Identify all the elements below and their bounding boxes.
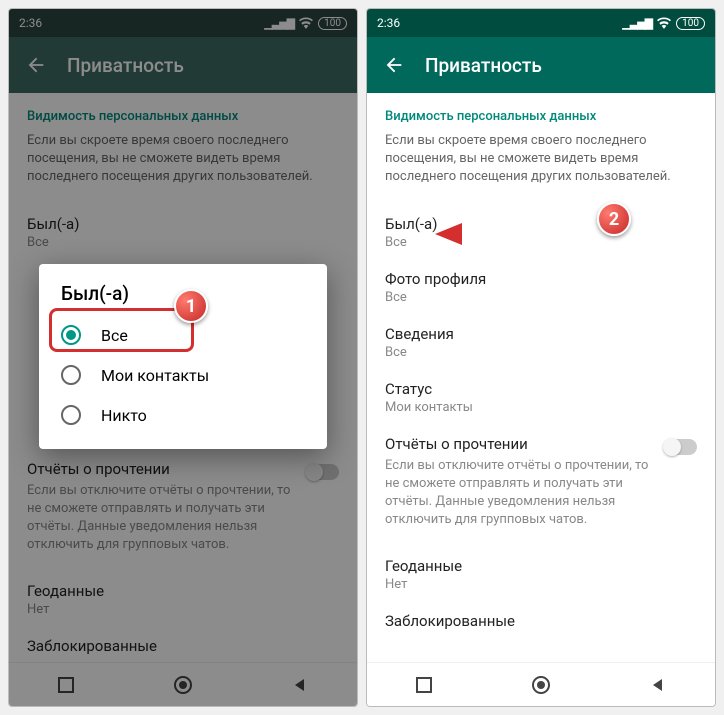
dialog-title: Был(-а) [39,282,327,315]
pref-value: Все [385,235,697,250]
radio-label: Все [101,326,128,345]
radio-label: Никто [101,406,147,425]
radio-option-contacts[interactable]: Мои контакты [39,355,327,395]
pref-last-seen[interactable]: Был(-а) Все [385,205,697,260]
pref-label: Заблокированные [385,612,697,630]
pref-geo[interactable]: Геоданные Нет [385,547,697,602]
pref-about[interactable]: Сведения Все [385,315,697,370]
status-time: 2:36 [377,16,400,30]
pref-label: Геоданные [385,557,697,575]
pref-read-receipts[interactable]: Отчёты о прочтении Если вы отключите отч… [385,425,697,540]
navbar [367,662,715,706]
nav-back-icon[interactable] [650,677,666,693]
appbar-title: Приватность [425,54,542,77]
pref-label: Фото профиля [385,270,697,288]
statusbar: 2:36 ▁▃▅▇ 100 [367,9,715,37]
appbar: Приватность [367,37,715,93]
radio-icon [61,405,81,425]
back-icon[interactable] [383,54,405,76]
pref-label: Был(-а) [385,215,697,233]
radio-option-all[interactable]: Все [39,315,327,355]
nav-home-icon[interactable] [531,675,551,695]
radio-icon [61,325,81,345]
pref-label: Отчёты о прочтении [385,435,655,453]
phone-right: 2:36 ▁▃▅▇ 100 Приватность Видимость перс… [366,8,716,707]
content: Видимость персональных данных Если вы ск… [367,93,715,662]
pref-label: Статус [385,380,697,398]
toggle-switch[interactable] [665,439,697,455]
battery-indicator: 100 [676,17,705,30]
phone-left: 2:36 ▁▃▅▇ 100 Приватность Видимость перс… [8,8,358,707]
pref-label: Сведения [385,325,697,343]
nav-recents-icon[interactable] [416,677,432,693]
pref-value: Нет [385,577,697,592]
radio-label: Мои контакты [101,366,209,385]
section-header: Видимость персональных данных [385,109,697,124]
pref-value: Мои контакты [385,400,697,415]
section-sub: Если вы скроете время своего последнего … [385,132,697,187]
pref-blocked[interactable]: Заблокированные [385,602,697,640]
radio-icon [61,365,81,385]
signal-icon: ▁▃▅▇ [622,17,652,30]
wifi-icon [657,17,671,29]
dialog: Был(-а) Все Мои контакты Никто [39,264,327,449]
pref-photo[interactable]: Фото профиля Все [385,260,697,315]
pref-desc: Если вы отключите отчёты о прочтении, то… [385,457,655,530]
pref-value: Все [385,290,697,305]
pref-status[interactable]: Статус Мои контакты [385,370,697,425]
radio-option-nobody[interactable]: Никто [39,395,327,435]
pref-value: Все [385,345,697,360]
